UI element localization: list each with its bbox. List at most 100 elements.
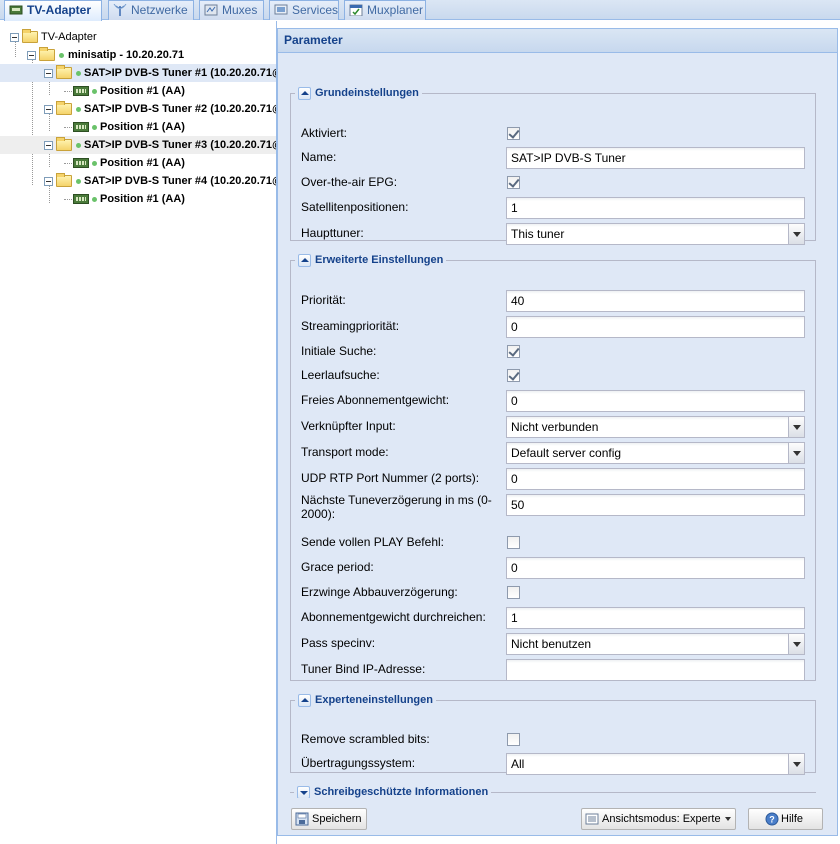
tab-services[interactable]: Services xyxy=(269,0,339,20)
panel-title: Parameter xyxy=(278,29,837,53)
collapse-toggle-icon[interactable] xyxy=(298,86,311,100)
field-satpos: Satellitenpositionen: xyxy=(301,197,807,219)
tree-node-tuner-1[interactable]: SAT>IP DVB-S Tuner #1 (10.20.20.71@ xyxy=(0,64,276,82)
field-label: Priorität: xyxy=(301,293,346,307)
collapse-icon[interactable] xyxy=(44,141,53,150)
field-label: Aktiviert: xyxy=(301,126,348,140)
tv-card-icon xyxy=(73,122,89,132)
initial-scan-checkbox[interactable] xyxy=(507,345,520,358)
collapse-icon[interactable] xyxy=(44,69,53,78)
grace-period-input[interactable] xyxy=(506,557,805,579)
tab-muxplaner[interactable]: Muxplaner xyxy=(344,0,426,20)
field-label: Name: xyxy=(301,150,337,164)
idle-scan-checkbox[interactable] xyxy=(507,369,520,382)
collapse-toggle-icon[interactable] xyxy=(298,253,311,267)
adapter-tree: TV-Adapter minisatip - 10.20.20.71 SAT>I… xyxy=(0,21,277,844)
chevron-down-icon[interactable] xyxy=(788,442,805,464)
parameter-panel: Parameter Grundeinstellungen Aktiviert: … xyxy=(277,28,838,836)
select-value: All xyxy=(506,753,788,775)
tab-netzwerke[interactable]: Netzwerke xyxy=(108,0,194,20)
collapse-icon[interactable] xyxy=(44,105,53,114)
tree-node-tuner-2[interactable]: SAT>IP DVB-S Tuner #2 (10.20.20.71@ xyxy=(0,100,276,118)
field-pass-weight: Abonnementgewicht durchreichen: xyxy=(301,607,807,629)
collapse-icon[interactable] xyxy=(44,177,53,186)
field-label: Initiale Suche: xyxy=(301,344,377,358)
folder-open-icon xyxy=(56,101,72,115)
full-play-checkbox[interactable] xyxy=(507,536,520,549)
tab-label: Services xyxy=(292,3,339,17)
status-online-icon xyxy=(92,161,97,166)
chevron-down-icon[interactable] xyxy=(788,753,805,775)
tab-label: Muxplaner xyxy=(367,3,424,17)
save-button[interactable]: Speichern xyxy=(291,808,367,830)
antenna-icon xyxy=(113,4,127,16)
tune-delay-input[interactable] xyxy=(506,494,805,516)
folder-open-icon xyxy=(56,65,72,79)
stream-priority-input[interactable] xyxy=(506,316,805,338)
collapse-icon[interactable] xyxy=(27,51,36,60)
linked-input-select[interactable]: Nicht verbunden xyxy=(506,416,805,438)
transport-mode-select[interactable]: Default server config xyxy=(506,442,805,464)
tab-tv-adapter[interactable]: TV-Adapter xyxy=(4,0,102,21)
tab-muxes[interactable]: Muxes xyxy=(199,0,264,20)
main-tab-bar: TV-Adapter Netzwerke Muxes Services Muxp… xyxy=(0,0,840,21)
tree-node-server[interactable]: minisatip - 10.20.20.71 xyxy=(0,46,276,64)
field-label: Haupttuner: xyxy=(301,226,364,240)
tree-node-tuner-4[interactable]: SAT>IP DVB-S Tuner #4 (10.20.20.71@ xyxy=(0,172,276,190)
chevron-down-icon[interactable] xyxy=(788,223,805,245)
chevron-down-icon[interactable] xyxy=(788,633,805,655)
tree-node-label: TV-Adapter xyxy=(41,31,97,43)
fieldset-title: Schreibgeschützte Informationen xyxy=(314,786,489,798)
tree-node-root[interactable]: TV-Adapter xyxy=(0,28,276,46)
teardown-delay-checkbox[interactable] xyxy=(507,586,520,599)
pass-weight-input[interactable] xyxy=(506,607,805,629)
button-label: Speichern xyxy=(312,813,362,825)
tree-node-position[interactable]: Position #1 (AA) xyxy=(0,154,276,172)
scrambled-bits-checkbox[interactable] xyxy=(507,733,520,746)
tree-connector xyxy=(64,91,72,92)
tree-node-tuner-3[interactable]: SAT>IP DVB-S Tuner #3 (10.20.20.71@ xyxy=(0,136,276,154)
enabled-checkbox[interactable] xyxy=(507,127,520,140)
name-input[interactable] xyxy=(506,147,805,169)
field-free-weight: Freies Abonnementgewicht: xyxy=(301,390,807,412)
view-mode-button[interactable]: Ansichtsmodus: Experte xyxy=(581,808,736,830)
priority-input[interactable] xyxy=(506,290,805,312)
field-label: Satellitenpositionen: xyxy=(301,200,409,214)
tv-card-icon xyxy=(73,194,89,204)
collapse-icon[interactable] xyxy=(10,33,19,42)
field-delivery-system: Übertragungssystem: All xyxy=(301,753,807,775)
select-value: Default server config xyxy=(506,442,788,464)
field-udp-port: UDP RTP Port Nummer (2 ports): xyxy=(301,468,807,490)
field-name: Name: xyxy=(301,147,807,169)
free-weight-input[interactable] xyxy=(506,390,805,412)
tree-node-position[interactable]: Position #1 (AA) xyxy=(0,190,276,208)
field-enabled: Aktiviert: xyxy=(301,123,807,145)
help-button[interactable]: ? Hilfe xyxy=(748,808,823,830)
select-value: Nicht benutzen xyxy=(506,633,788,655)
field-tune-delay: Nächste Tuneverzögerung in ms (0-2000): xyxy=(301,493,807,521)
chevron-down-icon[interactable] xyxy=(788,416,805,438)
fieldset-basic-legend: Grundeinstellungen xyxy=(295,86,422,100)
tree-node-position[interactable]: Position #1 (AA) xyxy=(0,118,276,136)
save-icon xyxy=(295,812,309,826)
field-bind-ip: Tuner Bind IP-Adresse: xyxy=(301,659,807,681)
field-ota-epg: Over-the-air EPG: xyxy=(301,172,807,194)
field-grace-period: Grace period: xyxy=(301,557,807,579)
tree-node-label: Position #1 (AA) xyxy=(100,85,185,97)
ota-epg-checkbox[interactable] xyxy=(507,176,520,189)
chevron-down-icon xyxy=(724,817,731,822)
expand-toggle-icon[interactable] xyxy=(297,785,310,799)
status-online-icon xyxy=(76,143,81,148)
select-value: This tuner xyxy=(506,223,788,245)
panel-footer: Speichern Ansichtsmodus: Experte ? Hilfe xyxy=(278,798,837,835)
field-label: Grace period: xyxy=(301,560,374,574)
tree-node-position[interactable]: Position #1 (AA) xyxy=(0,82,276,100)
satpos-input[interactable] xyxy=(506,197,805,219)
delivery-system-select[interactable]: All xyxy=(506,753,805,775)
bind-ip-input[interactable] xyxy=(506,659,805,681)
master-tuner-select[interactable]: This tuner xyxy=(506,223,805,245)
collapse-toggle-icon[interactable] xyxy=(298,693,311,707)
fieldset-readonly-legend: Schreibgeschützte Informationen xyxy=(294,785,491,799)
specinv-select[interactable]: Nicht benutzen xyxy=(506,633,805,655)
udp-port-input[interactable] xyxy=(506,468,805,490)
